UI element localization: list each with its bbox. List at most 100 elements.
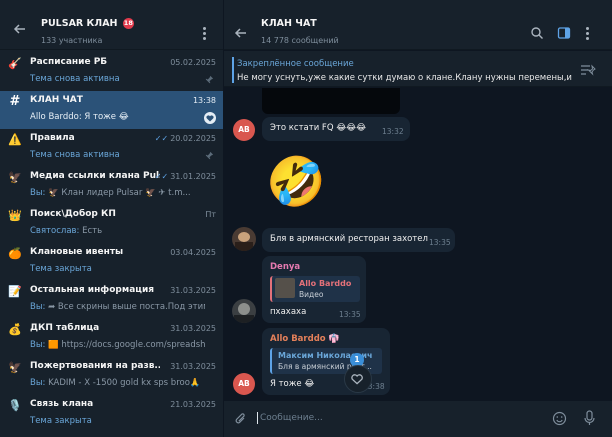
eagle-icon: 🦅 (8, 171, 22, 184)
chat-item[interactable]: ⚠️ Правила ✓✓ 20.02.2025 Тема снова актив… (0, 129, 223, 167)
conversation-panel: КЛАН ЧАТ 14 778 сообщений Закреплённое с… (224, 0, 612, 437)
reply-quote[interactable]: Allo Barddo Видео (270, 276, 360, 302)
pin-icon (205, 75, 214, 84)
chat-date: ✓✓ 20.02.2025 (154, 134, 216, 143)
chat-preview: Тема закрыта (30, 264, 92, 274)
message-count: 14 778 сообщений (261, 36, 339, 45)
chat-date: 03.04.2025 (170, 248, 216, 257)
chat-name: Поиск\Добор КП (30, 209, 116, 219)
message-time: 13:35 (429, 238, 451, 247)
chat-header: КЛАН ЧАТ 14 778 сообщений (224, 0, 612, 50)
chat-item[interactable]: 👑 Поиск\Добор КП Пт Святослав: Есть (0, 205, 223, 243)
chat-date: Пт (205, 210, 216, 219)
message-input[interactable]: Сообщение... (260, 413, 323, 423)
message-bubble[interactable]: Это кстати FQ 😂😂😂 13:32 (262, 117, 410, 141)
sender-name[interactable]: Denya (270, 262, 300, 272)
chat-name: Связь клана (30, 399, 94, 409)
chat-list-panel: PULSAR КЛАН 18 133 участника 🎸 Расписани… (0, 0, 223, 437)
memo-icon: 📝 (8, 285, 22, 298)
chat-preview: Тема закрыта (30, 416, 92, 426)
chat-item-active[interactable]: # КЛАН ЧАТ 13:38 Allo Barddo: Я тоже 😂 (0, 91, 223, 129)
message-text: Я тоже 😂 (270, 379, 315, 389)
pin-icon (205, 151, 214, 160)
money-bag-icon: 💰 (8, 323, 22, 336)
pinned-label: Закреплённое сообщение (237, 59, 354, 69)
chat-item[interactable]: 🎙️ Связь клана 21.03.2025 Тема закрыта (0, 395, 223, 433)
chat-item[interactable]: 🎸 Расписание РБ 05.02.2025 Тема снова ак… (0, 53, 223, 91)
chat-name: Расписание РБ (30, 57, 108, 67)
chat-preview: Allo Barddo: Я тоже 😂 (30, 112, 129, 122)
chat-item[interactable]: 🍊 Клановые ивенты 03.04.2025 Тема закрыт… (0, 243, 223, 281)
chat-date: 21.03.2025 (170, 400, 216, 409)
chat-date: 05.02.2025 (170, 58, 216, 67)
chat-item[interactable]: 🦅 Пожертвования на разв... 31.03.2025 Вы… (0, 357, 223, 395)
chat-preview: Тема снова активна (30, 150, 120, 160)
unpin-icon[interactable] (579, 63, 597, 77)
chat-name: Остальная информация (30, 285, 155, 295)
message-time: 13:35 (339, 310, 361, 319)
pinned-accent-bar (232, 57, 234, 83)
age-badge: 18 (122, 18, 134, 29)
eagle-icon: 🦅 (8, 361, 22, 374)
group-title-text: PULSAR КЛАН (41, 18, 118, 29)
text-caret (257, 412, 258, 424)
message-time: 13:32 (382, 127, 404, 136)
heart-reaction-icon (204, 112, 216, 124)
chat-preview: Святослав: Есть (30, 226, 103, 236)
avatar[interactable] (232, 299, 256, 323)
heart-icon (351, 374, 363, 385)
back-arrow-icon[interactable] (234, 26, 248, 40)
microphone-icon[interactable] (583, 410, 596, 427)
events-icon: 🍊 (8, 247, 22, 260)
message-text: пхахаха (270, 307, 307, 317)
message-text: Бля в армянский ресторан захотел (270, 234, 428, 244)
chat-date: 13:38 (192, 96, 216, 105)
avatar[interactable]: AB (233, 119, 255, 141)
chat-name: Медиа ссылки клана Puls... (30, 171, 160, 181)
message-bubble[interactable]: Бля в армянский ресторан захотел 13:35 (262, 228, 455, 252)
pinned-message-bar[interactable]: Закреплённое сообщение Не могу уснуть,уж… (224, 51, 612, 87)
member-count: 133 участника (41, 36, 103, 45)
chat-date: 31.03.2025 (170, 362, 216, 371)
group-title[interactable]: PULSAR КЛАН 18 (41, 18, 134, 29)
crown-icon: 👑 (8, 209, 22, 222)
more-menu-icon[interactable] (586, 27, 589, 40)
sender-name[interactable]: Allo Barddo 👘 (270, 334, 339, 344)
chat-name: КЛАН ЧАТ (30, 95, 83, 105)
chat-item[interactable]: 📝 Остальная информация 31.03.2025 Вы: ➦ … (0, 281, 223, 319)
chat-date: 31.03.2025 (170, 324, 216, 333)
message-composer: Сообщение... (224, 401, 612, 437)
more-menu-icon[interactable] (203, 27, 206, 40)
back-arrow-icon[interactable] (13, 22, 27, 36)
chat-preview: Вы: 🦅 Клан лидер Pulsar 🦅 ✈ t.m... (30, 188, 191, 198)
chat-item[interactable]: 🦅 Медиа ссылки клана Puls... ✓✓31.01.202… (0, 167, 223, 205)
chat-name: ДКП таблица (30, 323, 100, 333)
warning-icon: ⚠️ (8, 133, 22, 146)
chat-item[interactable]: 💰 ДКП таблица 31.03.2025 Вы: 🟧 https://d… (0, 319, 223, 357)
chat-preview: Вы: ➦ Все скрины выше поста.Под этим ... (30, 302, 205, 312)
chat-preview: Вы: KADIM - X -1500 gold kx sps broo🙏 (30, 378, 201, 388)
chat-date: 31.03.2025 (170, 286, 216, 295)
emoji-icon[interactable] (552, 411, 567, 426)
reactions-button[interactable] (344, 365, 372, 393)
media-preview[interactable] (262, 88, 400, 114)
reply-text: Видео (299, 290, 324, 299)
search-icon[interactable] (530, 26, 544, 40)
sidebar-toggle-icon[interactable] (557, 26, 571, 40)
chat-title[interactable]: КЛАН ЧАТ (261, 18, 317, 29)
pinned-text: Не могу уснуть,уже какие сутки думаю о к… (237, 73, 572, 83)
guitar-icon: 🎸 (8, 57, 22, 70)
avatar[interactable] (232, 227, 256, 251)
group-header: PULSAR КЛАН 18 133 участника (0, 0, 223, 50)
hashtag-icon: # (9, 94, 21, 109)
message-bubble[interactable]: Denya Allo Barddo Видео пхахаха 13:35 (262, 256, 366, 323)
microphone-icon: 🎙️ (8, 399, 22, 412)
video-thumbnail (275, 278, 295, 298)
attach-icon[interactable] (234, 412, 248, 426)
chat-date: ✓✓ 31.01.2025 (154, 172, 216, 181)
message-text: Это кстати FQ 😂😂😂 (270, 123, 367, 133)
avatar[interactable]: AB (233, 373, 255, 395)
chat-preview: Тема снова активна (30, 74, 120, 84)
sticker-emoji[interactable]: 🤣 (266, 152, 326, 212)
chat-name: Клановые ивенты (30, 247, 124, 257)
